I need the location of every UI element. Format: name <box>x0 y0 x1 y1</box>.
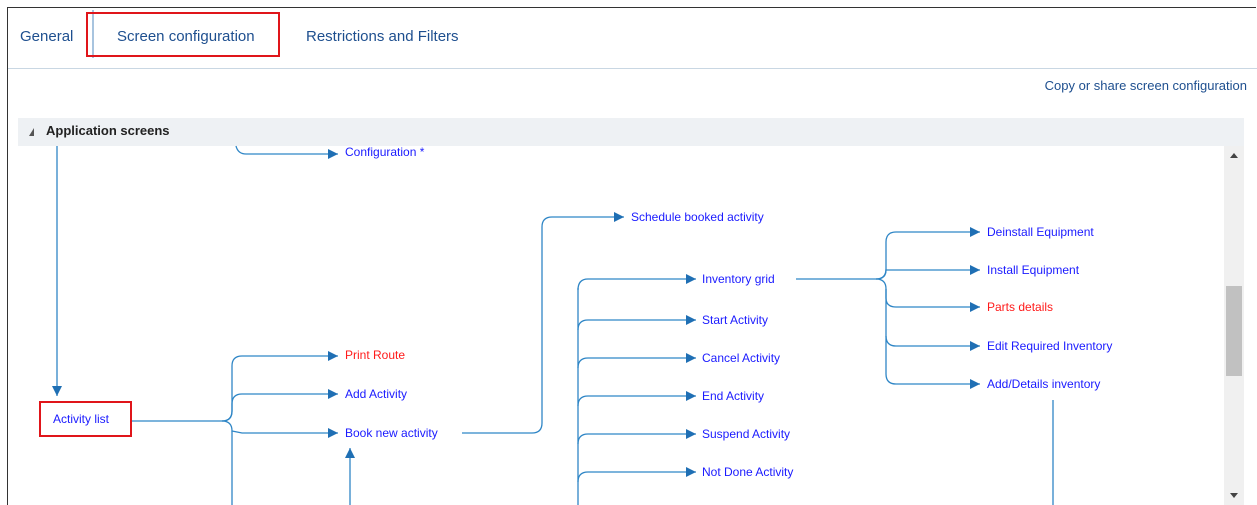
node-edit-required-inventory[interactable]: Edit Required Inventory <box>987 339 1112 353</box>
node-cancel-activity[interactable]: Cancel Activity <box>702 351 780 365</box>
scroll-down-arrow-icon[interactable] <box>1230 493 1238 498</box>
node-book-new-activity[interactable]: Book new activity <box>345 426 438 440</box>
node-print-route[interactable]: Print Route <box>345 348 405 362</box>
node-activity-list[interactable]: Activity list <box>53 412 109 426</box>
node-parts-details[interactable]: Parts details <box>987 300 1053 314</box>
node-install-equipment[interactable]: Install Equipment <box>987 263 1079 277</box>
node-suspend-activity[interactable]: Suspend Activity <box>702 427 790 441</box>
node-add-activity[interactable]: Add Activity <box>345 387 407 401</box>
screen-tree-connectors <box>52 145 1054 505</box>
node-configuration[interactable]: Configuration * <box>345 145 424 159</box>
scrollbar-thumb[interactable] <box>1226 286 1242 376</box>
node-inventory-grid[interactable]: Inventory grid <box>702 272 775 286</box>
node-schedule-booked-activity[interactable]: Schedule booked activity <box>631 210 764 224</box>
node-not-done-activity[interactable]: Not Done Activity <box>702 465 793 479</box>
node-deinstall-equipment[interactable]: Deinstall Equipment <box>987 225 1094 239</box>
scroll-up-arrow-icon[interactable] <box>1230 153 1238 158</box>
node-start-activity[interactable]: Start Activity <box>702 313 768 327</box>
node-add-details-inventory[interactable]: Add/Details inventory <box>987 377 1100 391</box>
node-end-activity[interactable]: End Activity <box>702 389 764 403</box>
